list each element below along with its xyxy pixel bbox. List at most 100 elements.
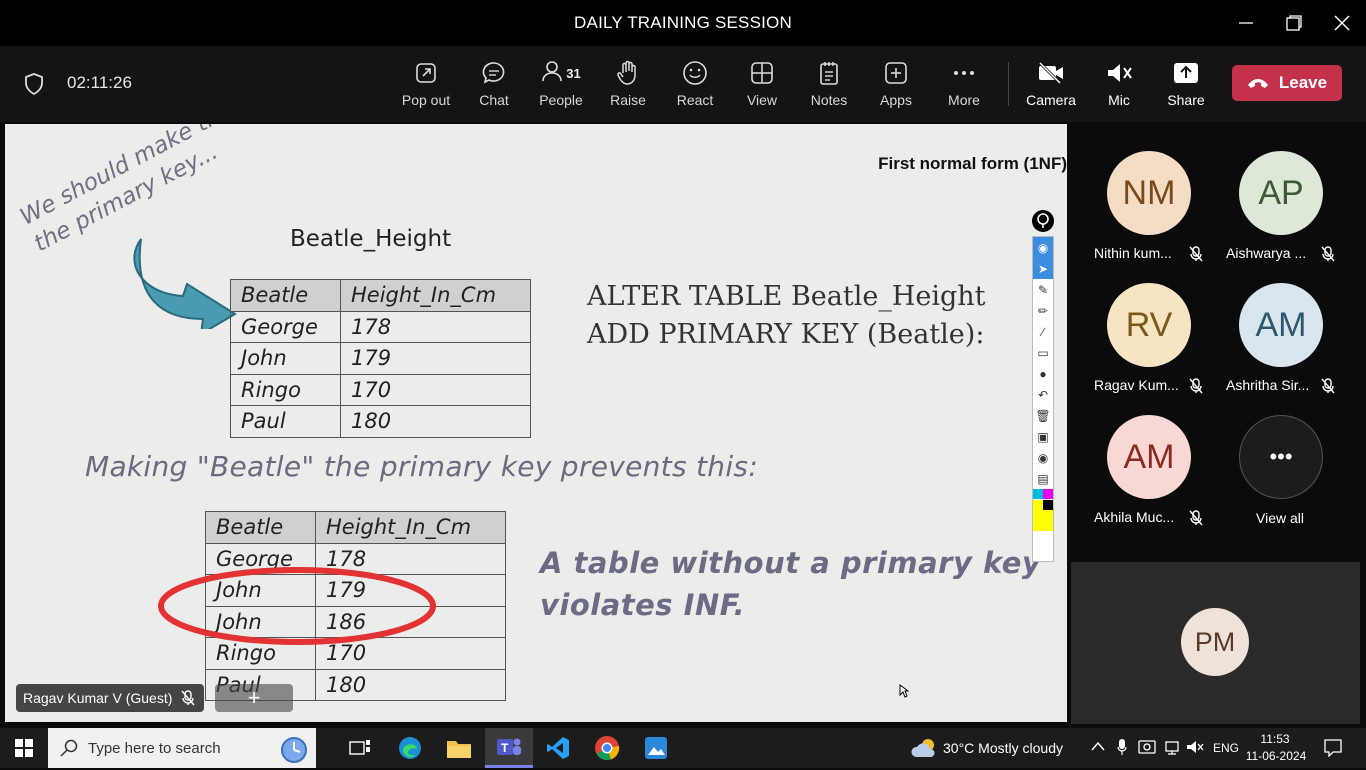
notes-label: Notes <box>810 92 848 108</box>
color-palette[interactable] <box>1033 489 1053 510</box>
chat-button[interactable]: Chat <box>463 60 525 110</box>
mic-off-icon <box>1321 378 1335 399</box>
trash-icon[interactable]: 🗑 <box>1033 405 1053 426</box>
table-cell: John <box>230 342 341 375</box>
avatar[interactable]: AM <box>1239 283 1323 367</box>
chevron-up-icon[interactable] <box>1091 739 1105 754</box>
camera-snapshot-icon[interactable]: ◉ <box>1033 447 1053 468</box>
people-label: People <box>539 92 583 108</box>
react-label: React <box>676 92 714 108</box>
avatar-initials: NM <box>1122 173 1176 212</box>
network-icon[interactable] <box>1163 739 1181 758</box>
view-all-button[interactable]: ••• <box>1239 415 1323 499</box>
apps-button[interactable]: Apps <box>865 60 927 110</box>
share-button[interactable]: Share <box>1155 60 1217 110</box>
minimize-button[interactable] <box>1233 10 1259 36</box>
file-explorer-icon[interactable] <box>435 728 483 768</box>
chrome-icon[interactable] <box>583 728 631 768</box>
avatar-initials: PM <box>1194 626 1236 657</box>
language-indicator[interactable]: ENG <box>1213 741 1239 755</box>
task-view-icon[interactable] <box>336 728 384 768</box>
avatar[interactable]: NM <box>1107 151 1191 235</box>
clock-date[interactable]: 11-06-2024 <box>1245 749 1307 763</box>
microphone-icon[interactable] <box>1117 738 1127 759</box>
close-button[interactable] <box>1329 10 1355 36</box>
capture-icon[interactable] <box>1138 739 1156 758</box>
people-count: 31 <box>566 65 581 81</box>
camera-off-icon <box>1020 60 1082 86</box>
color-swatch[interactable] <box>1033 489 1043 499</box>
camera-button[interactable]: Camera <box>1020 60 1082 110</box>
highlighter-icon[interactable]: ✏ <box>1033 300 1053 321</box>
pointer-icon[interactable]: ➤ <box>1033 258 1053 279</box>
notification-icon[interactable] <box>1324 739 1342 760</box>
chat-icon <box>463 60 525 86</box>
more-label: More <box>948 92 980 108</box>
smiley-icon <box>664 60 726 86</box>
view-button[interactable]: View <box>731 60 793 110</box>
raise-hand-button[interactable]: Raise <box>597 60 659 110</box>
more-button[interactable]: More <box>933 60 995 110</box>
avatar-initials: RV <box>1125 305 1173 344</box>
weather-text[interactable]: 30°C Mostly cloudy <box>943 740 1063 756</box>
mic-button[interactable]: Mic <box>1088 60 1150 110</box>
color-swatch[interactable] <box>1033 499 1043 510</box>
react-button[interactable]: React <box>664 60 726 110</box>
svg-text:T: T <box>501 741 509 755</box>
color-yellow-swatch[interactable] <box>1033 510 1053 531</box>
popout-button[interactable]: Pop out <box>395 60 457 110</box>
eye-icon[interactable]: ◉ <box>1033 237 1053 258</box>
avatar: PM <box>1181 608 1249 676</box>
avatar[interactable]: AP <box>1239 151 1323 235</box>
mouse-cursor-icon <box>899 684 909 698</box>
table-header-row: Beatle Height_In_Cm <box>230 279 531 312</box>
vscode-icon[interactable] <box>534 728 582 768</box>
color-swatch[interactable] <box>1043 489 1053 499</box>
toolbar-separator <box>1008 62 1009 106</box>
avatar-initials: AM <box>1255 305 1307 344</box>
photos-icon[interactable] <box>632 728 680 768</box>
line-icon[interactable]: ∕ <box>1033 321 1053 342</box>
dot-icon[interactable]: ● <box>1033 363 1053 384</box>
color-swatch[interactable] <box>1043 499 1053 510</box>
participant-name: Aishwarya ... <box>1226 245 1307 261</box>
windows-start-icon[interactable] <box>0 728 48 768</box>
undo-icon[interactable]: ↶ <box>1033 384 1053 405</box>
volume-muted-icon[interactable] <box>1186 739 1204 758</box>
presentation-slide: First normal form (1NF) We should make t… <box>5 124 1067 722</box>
table-row: Ringo 170 <box>230 373 531 406</box>
leave-button[interactable]: Leave <box>1232 65 1342 101</box>
teams-icon[interactable]: T <box>485 728 533 768</box>
whiteboard-icon[interactable]: ▣ <box>1033 426 1053 447</box>
more-icon: ••• <box>1269 444 1293 469</box>
taskbar-search[interactable]: Type here to search <box>48 728 316 768</box>
avatar[interactable]: RV <box>1107 283 1191 367</box>
shield-icon[interactable] <box>24 73 44 100</box>
people-icon <box>541 59 563 88</box>
eraser-icon[interactable]: ▭ <box>1033 342 1053 363</box>
notes-icon <box>798 60 860 86</box>
weather-icon[interactable] <box>911 736 939 765</box>
clipboard-icon[interactable]: ▤ <box>1033 468 1053 489</box>
violation-line: A table without a primary key <box>540 546 1042 580</box>
mic-off-icon <box>1189 246 1203 267</box>
participant-name: Akhila Muc... <box>1094 509 1175 525</box>
sql-statement: ALTER TABLE Beatle_Height ADD PRIMARY KE… <box>587 278 986 354</box>
view-all-label[interactable]: View all <box>1256 510 1304 526</box>
maximize-button[interactable] <box>1281 10 1307 36</box>
popout-icon <box>395 60 457 86</box>
table-header-cell: Height_In_Cm <box>340 279 531 312</box>
table-cell: Ringo <box>230 373 341 406</box>
mic-off-icon <box>181 690 195 709</box>
add-button[interactable]: + <box>215 684 293 712</box>
people-button[interactable]: 31 People <box>530 60 592 110</box>
clock-time[interactable]: 11:53 <box>1250 732 1300 746</box>
apps-label: Apps <box>880 92 912 108</box>
lightbulb-icon[interactable] <box>1032 210 1054 232</box>
avatar[interactable]: AM <box>1107 415 1191 499</box>
pinned-participant-tile[interactable]: PM <box>1071 562 1360 724</box>
edge-icon[interactable] <box>386 728 434 768</box>
presenter-name: Ragav Kumar V (Guest) <box>23 690 173 706</box>
pen-icon[interactable]: ✎ <box>1033 279 1053 300</box>
notes-button[interactable]: Notes <box>798 60 860 110</box>
